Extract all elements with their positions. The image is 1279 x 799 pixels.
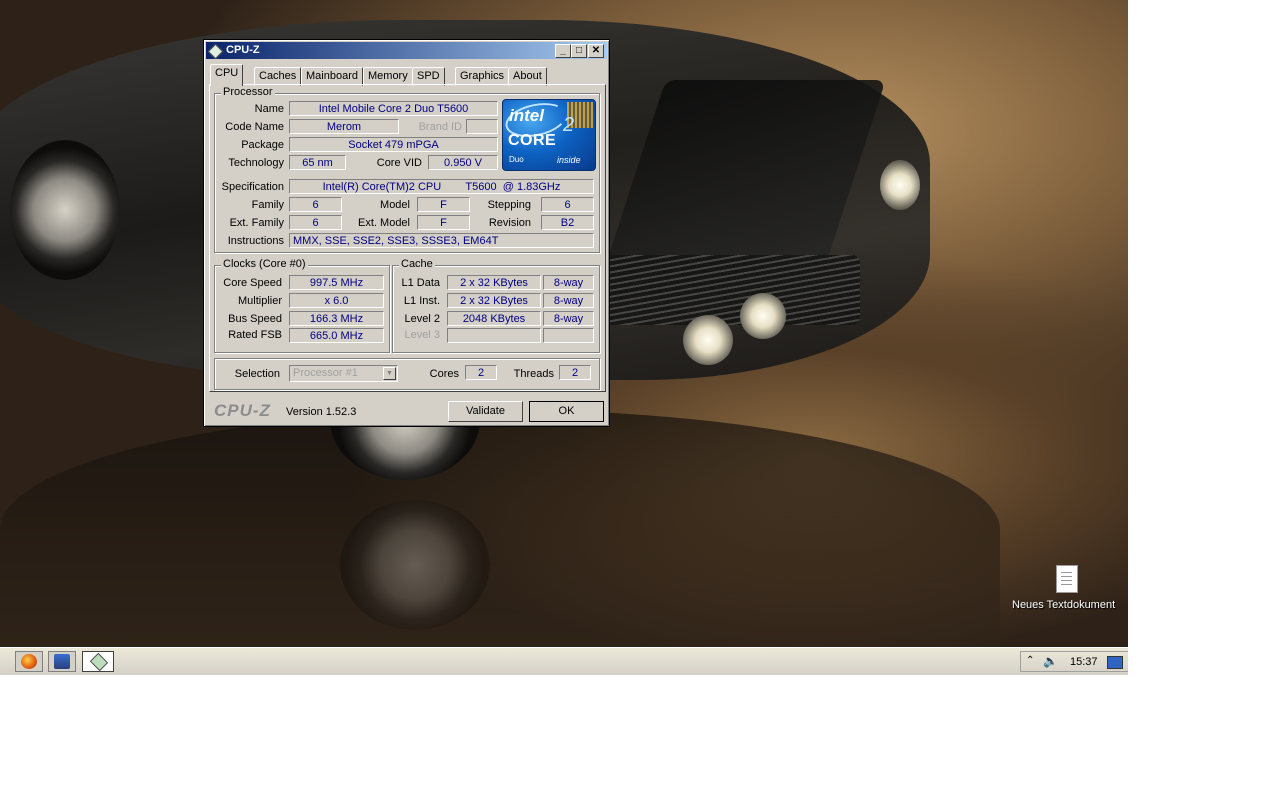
brandid-label: Brand ID bbox=[418, 121, 462, 133]
l1-inst-assoc: 8-way bbox=[543, 293, 594, 308]
cpuz-brand-logo: CPU-Z bbox=[214, 401, 271, 420]
window-title: CPU-Z bbox=[226, 44, 260, 56]
taskbar-cpuz-button[interactable] bbox=[82, 651, 114, 672]
wallpaper-wheel-reflection bbox=[340, 500, 490, 630]
chevron-down-icon[interactable]: ▼ bbox=[383, 367, 396, 380]
wallpaper-headlight bbox=[740, 293, 786, 339]
level2-value: 2048 KBytes bbox=[447, 311, 541, 326]
stepping-label: Stepping bbox=[487, 199, 531, 211]
name-value: Intel Mobile Core 2 Duo T5600 bbox=[289, 101, 498, 116]
level2-label: Level 2 bbox=[404, 313, 440, 325]
taskbar: ⌃ 🔈 15:37 bbox=[0, 647, 1128, 675]
bus-speed-label: Bus Speed bbox=[228, 313, 282, 325]
model-value: F bbox=[417, 197, 470, 212]
logo-intel-text: intel bbox=[509, 106, 544, 125]
wallpaper-car-grille bbox=[600, 255, 860, 325]
firefox-icon bbox=[21, 654, 37, 669]
corevid-label: Core VID bbox=[376, 157, 422, 169]
desktop-icon-label: Neues Textdokument bbox=[1012, 599, 1116, 611]
level3-value bbox=[447, 328, 541, 343]
version-text: Version 1.52.3 bbox=[286, 406, 357, 418]
threads-value: 2 bbox=[559, 365, 591, 380]
cpuz-app-icon bbox=[207, 43, 224, 60]
ext-family-value: 6 bbox=[289, 215, 342, 230]
taskbar-firefox-button[interactable] bbox=[15, 651, 43, 672]
wallpaper-reflection bbox=[0, 410, 1000, 647]
processor-group-label: Processor bbox=[221, 86, 275, 98]
l1-inst-label: L1 Inst. bbox=[403, 295, 440, 307]
codename-value: Merom bbox=[289, 119, 399, 134]
level3-label: Level 3 bbox=[404, 329, 440, 341]
l1-inst-value: 2 x 32 KBytes bbox=[447, 293, 541, 308]
package-label: Package bbox=[241, 139, 284, 151]
logo-inside-text: inside bbox=[557, 155, 581, 165]
wallpaper-headlight bbox=[683, 315, 733, 365]
instructions-value: MMX, SSE, SSE2, SSE3, SSSE3, EM64T bbox=[289, 233, 594, 248]
cpuz-icon bbox=[89, 652, 109, 672]
cache-group-label: Cache bbox=[399, 258, 435, 270]
processor-select-value: Processor #1 bbox=[293, 367, 358, 379]
wallpaper-wheel bbox=[10, 140, 120, 280]
bus-speed-value: 166.3 MHz bbox=[289, 311, 384, 326]
stepping-value: 6 bbox=[541, 197, 594, 212]
tray-expand-icon[interactable]: ⌃ bbox=[1026, 655, 1034, 666]
threads-label: Threads bbox=[513, 368, 554, 380]
multiplier-label: Multiplier bbox=[237, 295, 282, 307]
brandid-value bbox=[466, 119, 498, 134]
close-button[interactable]: ✕ bbox=[588, 44, 604, 58]
ok-button[interactable]: OK bbox=[529, 401, 604, 422]
cores-label: Cores bbox=[429, 368, 459, 380]
wallpaper-headlight bbox=[880, 160, 920, 210]
text-document-icon bbox=[1056, 565, 1078, 593]
volume-icon[interactable]: 🔈 bbox=[1043, 654, 1058, 668]
rated-fsb-label: Rated FSB bbox=[228, 329, 282, 341]
model-label: Model bbox=[380, 199, 410, 211]
maximize-button[interactable]: □ bbox=[571, 44, 587, 58]
specification-label: Specification bbox=[221, 181, 284, 193]
processor-select[interactable]: Processor #1 ▼ bbox=[289, 365, 398, 382]
tab-cpu[interactable]: CPU bbox=[210, 64, 244, 86]
clocks-group-label: Clocks (Core #0) bbox=[221, 258, 308, 270]
selection-label: Selection bbox=[234, 368, 280, 380]
ext-family-label: Ext. Family bbox=[229, 217, 284, 229]
taskbar-app-button[interactable] bbox=[48, 651, 76, 672]
name-label: Name bbox=[254, 103, 284, 115]
family-label: Family bbox=[251, 199, 284, 211]
l1-data-label: L1 Data bbox=[401, 277, 440, 289]
core-speed-value: 997.5 MHz bbox=[289, 275, 384, 290]
logo-two-text: 2 bbox=[563, 114, 575, 136]
family-value: 6 bbox=[289, 197, 342, 212]
core-speed-label: Core Speed bbox=[223, 277, 282, 289]
ext-model-label: Ext. Model bbox=[358, 217, 410, 229]
instructions-label: Instructions bbox=[227, 235, 284, 247]
tray-clock[interactable]: 15:37 bbox=[1070, 656, 1098, 668]
logo-core-text: CORE bbox=[508, 132, 557, 149]
corevid-value: 0.950 V bbox=[428, 155, 498, 170]
technology-label: Technology bbox=[228, 157, 284, 169]
validate-button[interactable]: Validate bbox=[448, 401, 523, 422]
rated-fsb-value: 665.0 MHz bbox=[289, 328, 384, 343]
specification-value: Intel(R) Core(TM)2 CPU T5600 @ 1.83GHz bbox=[289, 179, 594, 194]
show-desktop-icon[interactable] bbox=[1107, 656, 1123, 669]
ext-model-value: F bbox=[417, 215, 470, 230]
cpuz-window: CPU-Z _ □ ✕ CPU Caches Mainboard Memory … bbox=[203, 39, 610, 427]
codename-label: Code Name bbox=[225, 121, 284, 133]
cores-value: 2 bbox=[465, 365, 497, 380]
system-tray: ⌃ 🔈 15:37 bbox=[1020, 651, 1128, 672]
title-bar[interactable]: CPU-Z _ □ ✕ bbox=[206, 42, 607, 60]
app-icon bbox=[54, 654, 70, 669]
logo-duo-text: Duo bbox=[509, 155, 524, 164]
technology-value: 65 nm bbox=[289, 155, 346, 170]
revision-label: Revision bbox=[488, 217, 531, 229]
package-value: Socket 479 mPGA bbox=[289, 137, 498, 152]
level2-assoc: 8-way bbox=[543, 311, 594, 326]
minimize-button[interactable]: _ bbox=[555, 44, 571, 58]
multiplier-value: x 6.0 bbox=[289, 293, 384, 308]
revision-value: B2 bbox=[541, 215, 594, 230]
intel-core2-duo-logo: intel 2 CORE Duo inside bbox=[502, 99, 596, 171]
level3-assoc bbox=[543, 328, 594, 343]
l1-data-assoc: 8-way bbox=[543, 275, 594, 290]
l1-data-value: 2 x 32 KBytes bbox=[447, 275, 541, 290]
desktop-icon-text-document[interactable]: Neues Textdokument bbox=[1012, 565, 1122, 611]
